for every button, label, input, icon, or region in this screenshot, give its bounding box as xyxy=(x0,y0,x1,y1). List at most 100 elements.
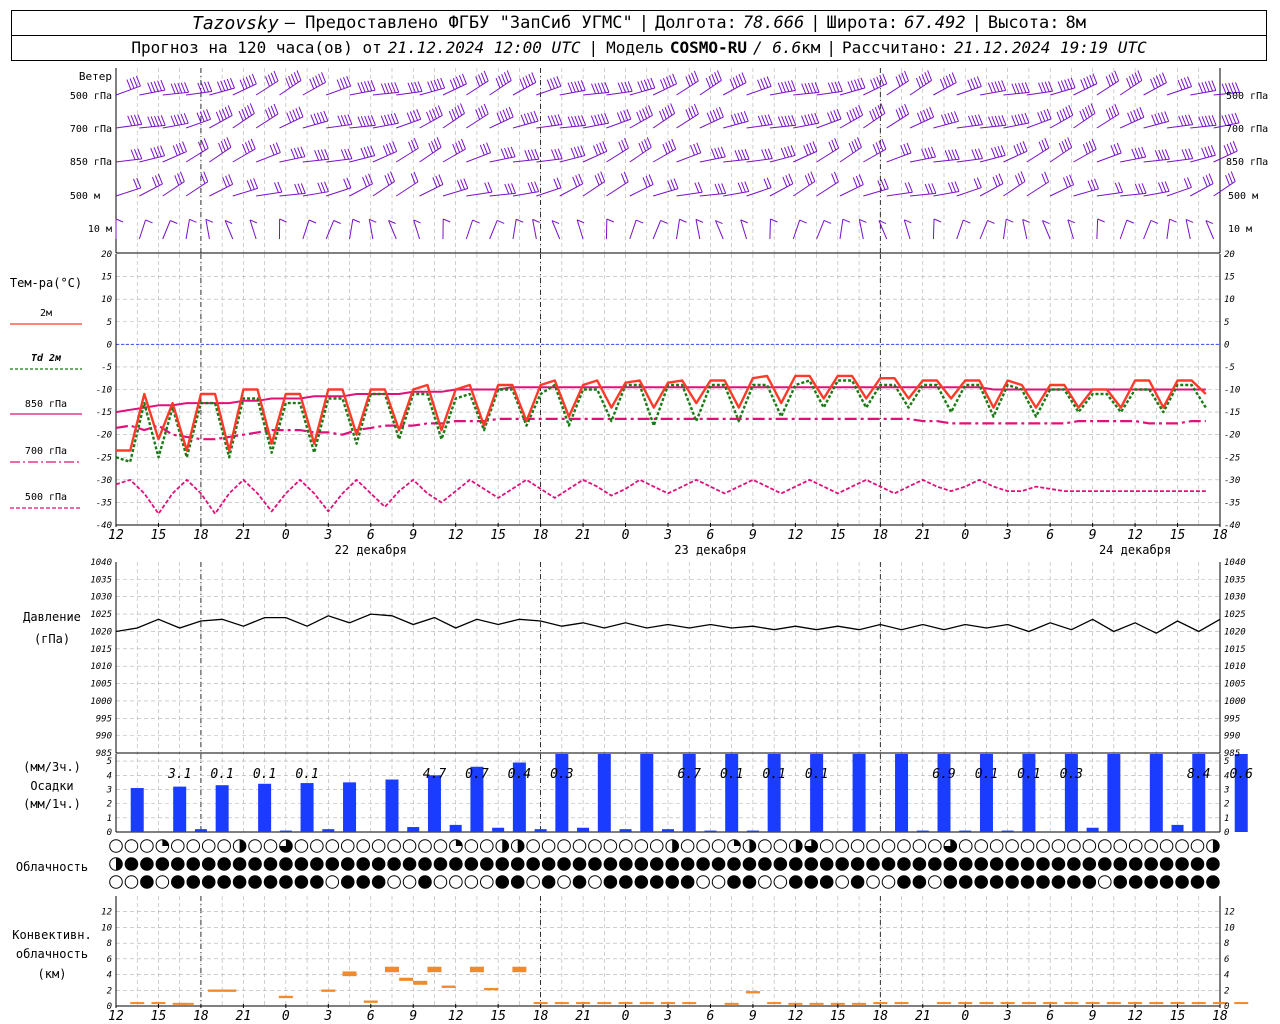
wind-barb-feather xyxy=(1183,77,1189,88)
wind-barb-icon xyxy=(532,218,540,240)
cloud-cell xyxy=(1067,875,1081,889)
wind-barb-feather xyxy=(1210,145,1216,156)
cloud-cell xyxy=(974,857,989,871)
precip-ytick-right: 0 xyxy=(1224,828,1229,838)
wind-barb-feather xyxy=(180,82,186,93)
wind-barb-feather xyxy=(951,72,957,83)
precip-1h-bar xyxy=(746,830,759,832)
wind-barb-feather xyxy=(827,82,833,93)
wind-barb-feather xyxy=(729,78,735,90)
cloud-cell xyxy=(155,839,170,853)
wind-barb-feather xyxy=(766,177,772,188)
temp-ytick-right: -40 xyxy=(1224,521,1240,531)
cloud-symbol-icon xyxy=(1005,839,1019,853)
cloud-symbol-icon xyxy=(773,839,788,853)
wind-barb-feather xyxy=(570,147,576,159)
press-ytick-right: 1015 xyxy=(1224,645,1246,655)
cloud-cell xyxy=(711,875,726,889)
wind-barb-feather xyxy=(315,75,321,86)
wind-barb-icon xyxy=(1003,82,1030,96)
wind-barb-icon xyxy=(466,70,489,96)
wind-barb-feather xyxy=(947,182,953,193)
wind-barb-icon xyxy=(302,181,329,197)
wind-barb-feather xyxy=(297,183,303,194)
wind-barb-feather xyxy=(847,81,853,92)
conv-axis-hour-label: 15 xyxy=(490,1009,506,1024)
wind-barb-feather xyxy=(244,107,250,118)
wind-barb-feather xyxy=(672,73,678,84)
cloud-symbol-icon xyxy=(758,875,772,889)
precip-1h-bar xyxy=(704,830,717,832)
wind-barb-feather xyxy=(347,114,353,125)
wind-barb-shaft xyxy=(816,90,843,96)
wind-barb-feather xyxy=(183,113,189,124)
wind-barb-feather xyxy=(137,148,143,160)
wind-barb-feather xyxy=(665,142,671,153)
wind-barb-feather xyxy=(480,105,486,117)
cloud-cell xyxy=(912,857,927,871)
wind-barb-icon xyxy=(162,220,178,240)
wind-barb-icon xyxy=(162,82,190,96)
wind-barb-feather xyxy=(460,179,466,190)
wind-barb-icon xyxy=(839,218,851,240)
wind-barb-feather xyxy=(550,115,556,126)
precip-3h-bar xyxy=(767,754,781,832)
wind-barb-feather xyxy=(203,138,209,149)
wind-barb-feather xyxy=(1137,70,1143,81)
cloud-cell xyxy=(217,857,231,871)
wind-barb-icon xyxy=(863,73,888,96)
wind-barb-icon xyxy=(1003,171,1026,197)
cloud-symbol-icon xyxy=(835,875,849,889)
wind-barb-feather xyxy=(1232,140,1238,152)
wind-barb-feather xyxy=(295,108,301,119)
wind-barb-feather xyxy=(279,218,287,223)
precip-total-label: 0.4 xyxy=(508,767,531,782)
wind-barb-feather xyxy=(1204,81,1210,92)
cloud-cell xyxy=(619,875,633,889)
wind-barb-feather xyxy=(127,115,133,126)
wind-barb-feather xyxy=(695,218,704,223)
wind-barb-shaft xyxy=(232,83,257,96)
wind-barb-shaft xyxy=(980,124,1007,129)
cloud-overcast-icon xyxy=(1020,875,1035,889)
wind-barb-shaft xyxy=(395,181,419,197)
cloud-overcast-icon xyxy=(418,857,432,871)
conv-axis-hour-label: 18 xyxy=(872,1009,888,1024)
cloud-cell xyxy=(665,839,680,853)
wind-barb-feather xyxy=(202,110,208,121)
wind-barb-feather xyxy=(387,82,393,94)
wind-barb-feather xyxy=(780,147,786,159)
wind-barb-shaft xyxy=(512,120,539,129)
wind-barb-shaft xyxy=(419,183,444,197)
precip-1h-bar xyxy=(449,824,462,832)
wind-barb-feather xyxy=(498,75,504,87)
wind-barb-feather xyxy=(483,103,489,115)
wind-barb-feather xyxy=(435,175,441,187)
conv-axis-hour-label: 21 xyxy=(575,1009,591,1024)
precip-total-label: 0.1 xyxy=(253,767,276,782)
wind-barb-feather xyxy=(895,76,901,87)
wind-barb-feather xyxy=(1188,148,1194,159)
cloud-symbol-icon xyxy=(155,875,170,889)
wind-barb-feather xyxy=(1208,115,1214,126)
wind-barb-feather xyxy=(873,77,879,89)
cloud-cell xyxy=(140,839,154,853)
wind-barb-feather xyxy=(575,175,581,186)
wind-barb-shaft xyxy=(723,191,749,197)
conv-axis-hour-label: 6 xyxy=(707,1009,715,1024)
cloud-cell xyxy=(418,875,432,889)
wind-barb-feather xyxy=(1110,145,1116,156)
wind-barb-shaft xyxy=(956,86,982,96)
conv-cloud-bar xyxy=(1000,1002,1015,1005)
wind-barb-feather xyxy=(1044,171,1050,183)
wind-barb-feather xyxy=(995,175,1001,186)
wind-barb-feather xyxy=(1161,181,1167,193)
wind-barb-feather xyxy=(1126,77,1132,89)
cloud-cell xyxy=(294,875,309,889)
temp-ytick-right: -15 xyxy=(1224,408,1240,418)
precip-ytick-right: 1 xyxy=(1224,814,1229,824)
wind-barb-feather xyxy=(1116,142,1122,154)
wind-barb-feather xyxy=(203,171,209,182)
cloud-cell xyxy=(279,839,293,853)
conv-cloud-bar xyxy=(427,966,442,973)
